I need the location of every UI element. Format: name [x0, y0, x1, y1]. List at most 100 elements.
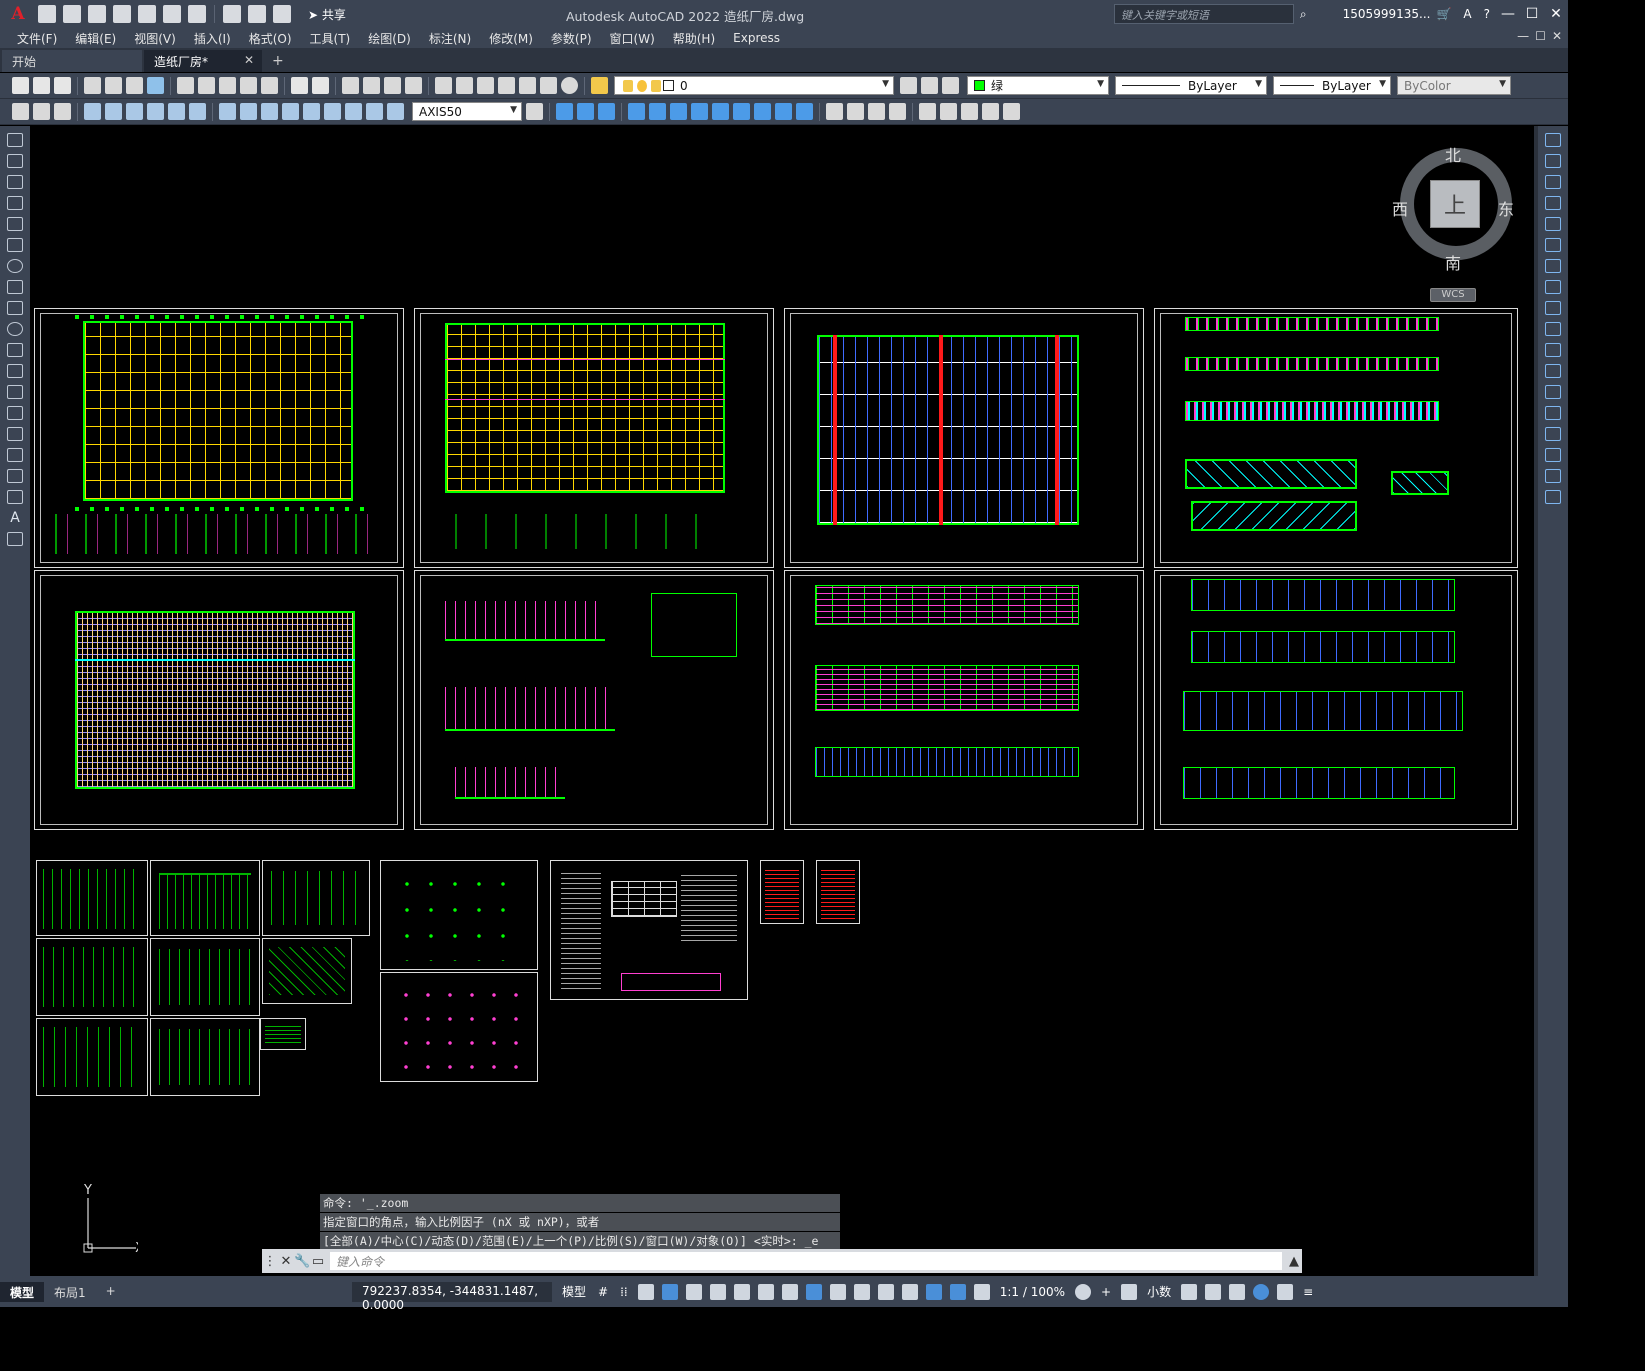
center-mark-icon[interactable] — [324, 103, 341, 120]
plot-preview-icon[interactable] — [105, 77, 122, 94]
point-icon[interactable] — [7, 406, 23, 420]
design-center-icon[interactable] — [456, 77, 473, 94]
construction-line-icon[interactable] — [7, 154, 23, 168]
maximize-button[interactable]: ☐ — [1520, 6, 1544, 22]
dim-edit-icon[interactable] — [387, 103, 404, 120]
ellipse-arc-icon[interactable] — [7, 343, 23, 357]
dim-jogged-icon[interactable] — [147, 103, 164, 120]
drawing-sheet[interactable] — [1154, 570, 1518, 830]
region-icon[interactable] — [7, 469, 23, 483]
color-dropdown[interactable]: 绿 ▼ — [967, 76, 1109, 95]
layer-properties-icon[interactable] — [591, 77, 608, 94]
menu-view[interactable]: 视图(V) — [134, 30, 176, 47]
rotate-icon[interactable] — [1545, 259, 1561, 273]
extend-icon[interactable] — [1545, 343, 1561, 357]
arc-icon[interactable] — [7, 238, 23, 252]
compass-south[interactable]: 南 — [1445, 250, 1461, 274]
linetype-dropdown[interactable]: ByLayer ▼ — [1115, 76, 1267, 95]
search-icon[interactable]: ⌕ — [1300, 7, 1307, 22]
command-line-close-icon[interactable]: ✕ — [278, 1254, 294, 1269]
rectangle-icon[interactable] — [7, 217, 23, 231]
new-file-icon[interactable] — [38, 5, 56, 23]
drawing-sheet[interactable] — [784, 570, 1144, 830]
text-front-icon[interactable] — [982, 103, 999, 120]
trim-icon[interactable] — [1545, 322, 1561, 336]
open-file-icon[interactable] — [63, 5, 81, 23]
command-line-grip-icon[interactable]: ⋮ — [262, 1254, 278, 1269]
recent-commands-icon[interactable]: ▭ — [310, 1254, 326, 1269]
wcs-menu-button[interactable]: WCS — [1430, 288, 1476, 302]
fillet-icon[interactable] — [847, 103, 864, 120]
extend-icon[interactable] — [775, 103, 792, 120]
annotation-scale-value[interactable]: 1:1 / 100% — [1000, 1285, 1065, 1299]
viewcube-top-face[interactable]: 上 — [1430, 180, 1480, 228]
customize-menu-icon[interactable]: ≡ — [1303, 1285, 1313, 1299]
inspection-icon[interactable] — [345, 103, 362, 120]
layer-dropdown[interactable]: 0 ▼ — [614, 76, 894, 95]
drawing-sheet[interactable] — [34, 308, 404, 568]
menu-file[interactable]: 文件(F) — [17, 30, 57, 47]
dim-aligned-icon[interactable] — [54, 103, 71, 120]
customize-icon[interactable]: 🔧 — [294, 1254, 310, 1269]
autodesk-app-icon[interactable]: A — [1463, 7, 1471, 21]
ortho-icon[interactable] — [661, 1283, 678, 1300]
sheet-set-icon[interactable] — [498, 77, 515, 94]
compass-west[interactable]: 西 — [1392, 196, 1408, 220]
match-properties-icon[interactable] — [240, 77, 257, 94]
doc-minimize-button[interactable]: — — [1517, 29, 1529, 43]
move-icon[interactable] — [1545, 238, 1561, 252]
node-detail-sheet[interactable] — [380, 860, 538, 970]
lineweight-dropdown[interactable]: ByLayer ▼ — [1273, 76, 1391, 95]
model-space-canvas[interactable]: 上 北 南 西 东 WCS Y 命令: '_.zoom 指定窗口的角点，输入比例… — [30, 126, 1534, 1276]
dim-linear-icon[interactable] — [33, 103, 50, 120]
erase-icon[interactable] — [556, 103, 573, 120]
grid-icon[interactable]: # — [598, 1285, 608, 1299]
plot-icon[interactable] — [84, 77, 101, 94]
share-button[interactable]: ➤ 共享 — [302, 4, 352, 25]
quick-properties-icon[interactable] — [1181, 1283, 1198, 1300]
menu-dimension[interactable]: 标注(N) — [429, 30, 471, 47]
schedule-sheet[interactable] — [816, 860, 860, 924]
ellipse-icon[interactable] — [7, 322, 23, 336]
plotstyle-dropdown[interactable]: ByColor ▼ — [1397, 76, 1511, 95]
hardware-accel-icon[interactable] — [1229, 1283, 1246, 1300]
polar-icon[interactable] — [685, 1283, 702, 1300]
qat-dropdown-icon[interactable] — [273, 5, 291, 23]
offset-icon[interactable] — [628, 103, 645, 120]
save-as-icon[interactable] — [113, 5, 131, 23]
detail-sheet[interactable] — [150, 860, 260, 936]
erase-icon[interactable] — [1545, 133, 1561, 147]
menu-format[interactable]: 格式(O) — [249, 30, 292, 47]
infer-constraints-icon[interactable] — [637, 1283, 654, 1300]
dim-ordinate-icon[interactable] — [105, 103, 122, 120]
dim-style-icon[interactable] — [526, 103, 543, 120]
snap-icon[interactable]: ⁞⁞ — [620, 1285, 628, 1299]
array-icon[interactable] — [649, 103, 666, 120]
tab-drawing[interactable]: 造纸厂房* ✕ — [144, 50, 262, 72]
save-icon[interactable] — [54, 77, 71, 94]
doc-restore-button[interactable]: ☐ — [1535, 29, 1546, 43]
dim-arc-icon[interactable] — [84, 103, 101, 120]
layer-states-icon[interactable] — [942, 77, 959, 94]
polyline-icon[interactable] — [7, 175, 23, 189]
palette-scrollbar[interactable] — [1534, 126, 1538, 1276]
properties-icon[interactable] — [435, 77, 452, 94]
mirror-icon[interactable] — [598, 103, 615, 120]
join-icon[interactable] — [1545, 406, 1561, 420]
paste-icon[interactable] — [219, 77, 236, 94]
detail-sheet[interactable] — [150, 938, 260, 1016]
detail-sheet[interactable] — [262, 860, 370, 936]
new-tab-button[interactable]: + — [262, 50, 294, 72]
menu-window[interactable]: 窗口(W) — [610, 30, 655, 47]
tab-model[interactable]: 模型 — [0, 1281, 45, 1302]
design-notes-sheet[interactable] — [550, 860, 748, 1000]
gradient-icon[interactable] — [7, 448, 23, 462]
send-back-icon[interactable] — [961, 103, 978, 120]
user-account[interactable]: 1505999135... — [1343, 7, 1431, 21]
add-selected-icon[interactable] — [7, 532, 23, 546]
calculator-icon[interactable] — [540, 77, 557, 94]
drawing-sheet[interactable] — [34, 570, 404, 830]
gizmo-icon[interactable] — [901, 1283, 918, 1300]
menu-draw[interactable]: 绘图(D) — [368, 30, 411, 47]
revcloud-icon[interactable] — [7, 280, 23, 294]
